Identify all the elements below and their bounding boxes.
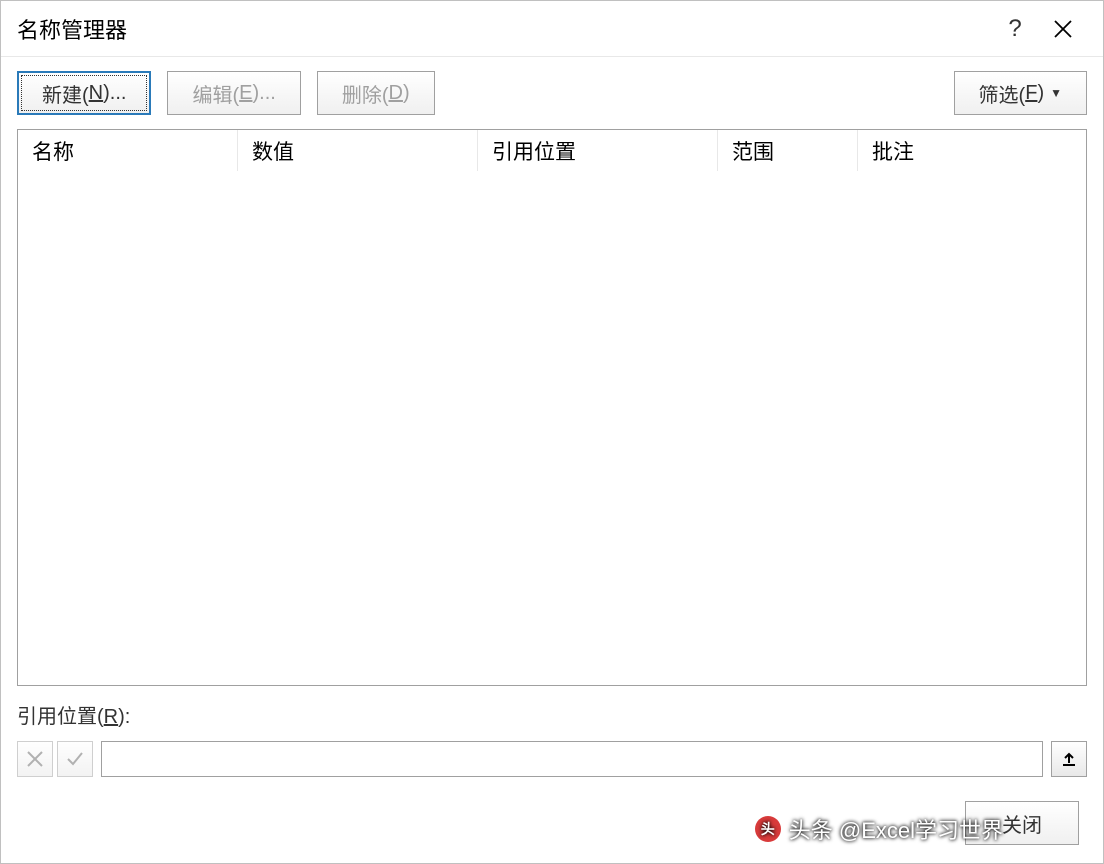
column-header-name[interactable]: 名称 — [18, 130, 238, 171]
x-icon — [26, 750, 44, 768]
dialog-footer: 关闭 头 头条 @Excel学习世界 — [1, 783, 1103, 863]
check-icon — [66, 750, 84, 768]
confirm-ref-button[interactable] — [57, 741, 93, 777]
refers-to-section: 引用位置(R): — [17, 686, 1087, 783]
content-area: 名称 数值 引用位置 范围 批注 引用位置(R): — [17, 129, 1087, 783]
edit-button[interactable]: 编辑(E)... — [167, 71, 300, 115]
table-header-row: 名称 数值 引用位置 范围 批注 — [18, 130, 1086, 172]
titlebar: 名称管理器 ? — [1, 1, 1103, 57]
names-table[interactable]: 名称 数值 引用位置 范围 批注 — [17, 129, 1087, 686]
new-button[interactable]: 新建(N)... — [17, 71, 151, 115]
close-window-button[interactable] — [1039, 5, 1087, 53]
close-button[interactable]: 关闭 — [965, 801, 1079, 845]
refers-to-input[interactable] — [101, 741, 1043, 777]
dialog-title: 名称管理器 — [17, 13, 991, 45]
cancel-ref-button[interactable] — [17, 741, 53, 777]
toolbar: 新建(N)... 编辑(E)... 删除(D) 筛选(F) ▼ — [1, 57, 1103, 129]
column-header-comment[interactable]: 批注 — [858, 130, 1086, 171]
collapse-icon — [1060, 750, 1078, 768]
refers-to-label: 引用位置(R): — [17, 700, 1087, 729]
delete-button[interactable]: 删除(D) — [317, 71, 435, 115]
watermark-icon: 头 — [755, 816, 781, 842]
help-button[interactable]: ? — [991, 5, 1039, 53]
column-header-scope[interactable]: 范围 — [718, 130, 858, 171]
filter-button[interactable]: 筛选(F) ▼ — [954, 71, 1087, 115]
column-header-refers-to[interactable]: 引用位置 — [478, 130, 718, 171]
name-manager-dialog: 名称管理器 ? 新建(N)... 编辑(E)... 删除(D) 筛选(F) ▼ … — [0, 0, 1104, 864]
collapse-dialog-button[interactable] — [1051, 741, 1087, 777]
chevron-down-icon: ▼ — [1050, 86, 1062, 100]
close-icon — [1053, 19, 1073, 39]
refers-to-row — [17, 739, 1087, 779]
column-header-value[interactable]: 数值 — [238, 130, 478, 171]
